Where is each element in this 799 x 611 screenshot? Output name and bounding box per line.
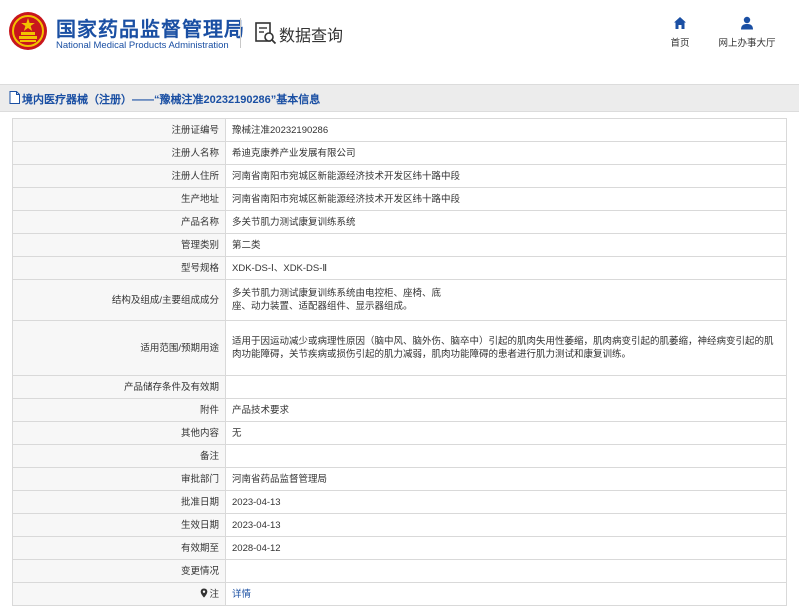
field-label: 生效日期 (12, 513, 226, 537)
field-value: 2023-04-13 (225, 490, 787, 514)
field-value: 河南省药品监督管理局 (225, 467, 787, 491)
field-value: XDK-DS-Ⅰ、XDK-DS-Ⅱ (225, 256, 787, 280)
table-row: 附件 产品技术要求 (12, 398, 787, 422)
field-label: 附件 (12, 398, 226, 422)
field-value (225, 444, 787, 468)
table-row: 变更情况 (12, 559, 787, 583)
field-label: 审批部门 (12, 467, 226, 491)
org-name-cn[interactable]: 国家药品监督管理局 (56, 13, 245, 42)
nav-hall-label: 网上办事大厅 (718, 38, 776, 49)
field-value: 多关节肌力测试康复训练系统 (225, 210, 787, 234)
record-title: 境内医疗器械（注册）——“豫械注准20232190286”基本信息 (22, 94, 321, 106)
table-row: 适用范围/预期用途 适用于因运动减少或病理性原因（脑中风、脑外伤、脑卒中）引起的肌… (12, 320, 787, 376)
header-divider (240, 18, 241, 48)
field-label: 其他内容 (12, 421, 226, 445)
registration-info-table: 注册证编号 豫械注准20232190286 注册人名称 希迪克康养产业发展有限公司 … (12, 118, 787, 606)
field-value: 2028-04-12 (225, 536, 787, 560)
field-label: 有效期至 (12, 536, 226, 560)
table-row: 注 详情 (12, 582, 787, 606)
field-label: 型号规格 (12, 256, 226, 280)
table-row: 结构及组成/主要组成成分 多关节肌力测试康复训练系统由电控柜、座椅、底座、动力装置… (12, 279, 787, 321)
national-emblem-icon (9, 12, 47, 50)
field-label: 批准日期 (12, 490, 226, 514)
table-row: 其他内容无 (12, 421, 787, 445)
table-row: 注册人住所 河南省南阳市宛城区新能源经济技术开发区纬十路中段 (12, 164, 787, 188)
table-row: 注册证编号 豫械注准20232190286 (12, 118, 787, 142)
field-value (225, 559, 787, 583)
field-label: 备注 (12, 444, 226, 468)
nav-online-hall[interactable]: 网上办事大厅 (712, 16, 782, 49)
table-row: 型号规格 XDK-DS-Ⅰ、XDK-DS-Ⅱ (12, 256, 787, 280)
field-value: 希迪克康养产业发展有限公司 (225, 141, 787, 165)
field-value: 适用于因运动减少或病理性原因（脑中风、脑外伤、脑卒中）引起的肌肉失用性萎缩，肌肉… (225, 320, 787, 376)
data-query-icon (255, 22, 277, 45)
field-value: 豫械注准20232190286 (225, 118, 787, 142)
table-row: 注册人名称 希迪克康养产业发展有限公司 (12, 141, 787, 165)
field-label: 产品储存条件及有效期 (12, 375, 226, 399)
field-label: 注册人住所 (12, 164, 226, 188)
field-label: 结构及组成/主要组成成分 (12, 279, 226, 321)
field-value: 2023-04-13 (225, 513, 787, 537)
org-name-en[interactable]: National Medical Products Administration (56, 40, 229, 51)
field-value: 河南省南阳市宛城区新能源经济技术开发区纬十路中段 (225, 164, 787, 188)
field-label: 适用范围/预期用途 (12, 320, 226, 376)
field-value: 河南省南阳市宛城区新能源经济技术开发区纬十路中段 (225, 187, 787, 211)
home-icon (674, 17, 686, 29)
field-value: 无 (225, 421, 787, 445)
field-value (225, 375, 787, 399)
field-value: 详情 (225, 582, 787, 606)
user-icon (741, 16, 753, 30)
table-row: 备注 (12, 444, 787, 468)
table-row: 生效日期 2023-04-13 (12, 513, 787, 537)
document-icon (9, 91, 20, 104)
note-label: 注 (209, 588, 219, 600)
table-row: 产品名称 多关节肌力测试康复训练系统 (12, 210, 787, 234)
field-label: 注册人名称 (12, 141, 226, 165)
table-row: 审批部门 河南省药品监督管理局 (12, 467, 787, 491)
table-row: 批准日期 2023-04-13 (12, 490, 787, 514)
site-header: 国家药品监督管理局 National Medical Products Admi… (0, 0, 799, 68)
table-row: 管理类别 第二类 (12, 233, 787, 257)
nav-home-label: 首页 (670, 38, 690, 49)
field-label: 产品名称 (12, 210, 226, 234)
field-value: 多关节肌力测试康复训练系统由电控柜、座椅、底座、动力装置、适配器组件、显示器组成… (225, 279, 787, 321)
field-label: 管理类别 (12, 233, 226, 257)
details-link[interactable]: 详情 (232, 589, 251, 600)
location-pin-icon (201, 588, 208, 597)
field-label: 生产地址 (12, 187, 226, 211)
field-label: 注册证编号 (12, 118, 226, 142)
table-row: 生产地址 河南省南阳市宛城区新能源经济技术开发区纬十路中段 (12, 187, 787, 211)
table-row: 产品储存条件及有效期 (12, 375, 787, 399)
section-title: 数据查询 (279, 28, 344, 45)
record-title-bar: 境内医疗器械（注册）——“豫械注准20232190286”基本信息 (0, 84, 799, 112)
field-label: 变更情况 (12, 559, 226, 583)
field-value: 第二类 (225, 233, 787, 257)
field-label-note: 注 (12, 582, 226, 606)
field-value: 产品技术要求 (225, 398, 787, 422)
nav-home[interactable]: 首页 (665, 16, 695, 49)
table-row: 有效期至 2028-04-12 (12, 536, 787, 560)
